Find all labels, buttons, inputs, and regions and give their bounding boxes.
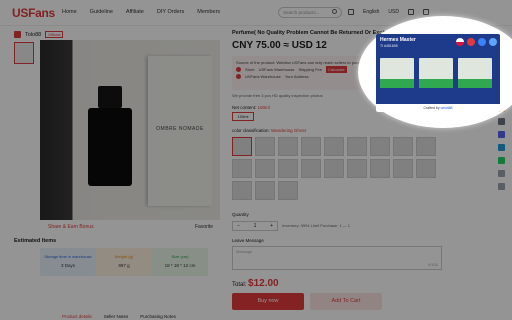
refresh-icon[interactable] <box>478 38 486 46</box>
image-banner <box>380 79 414 88</box>
popup-header: Hermes Master TI #451895 <box>380 37 416 48</box>
lock-icon[interactable] <box>467 38 475 46</box>
popup-image[interactable] <box>380 58 414 88</box>
footer-brand-link[interactable]: weidi88 <box>441 106 453 110</box>
extension-popup: Hermes Master TI #451895 Crafted by weid… <box>376 34 500 112</box>
image-banner <box>458 79 492 88</box>
popup-id: TI #451895 <box>380 44 398 48</box>
popup-title: Hermes Master <box>380 37 416 43</box>
user-icon[interactable] <box>489 38 497 46</box>
popup-gallery <box>380 58 492 88</box>
flag-icon[interactable] <box>456 38 464 46</box>
popup-image[interactable] <box>419 58 453 88</box>
popup-image[interactable] <box>458 58 492 88</box>
footer-prefix: Crafted by <box>423 106 440 110</box>
popup-footer: Crafted by weidi88 <box>376 104 500 112</box>
image-banner <box>419 79 453 88</box>
popup-actions <box>456 38 497 46</box>
